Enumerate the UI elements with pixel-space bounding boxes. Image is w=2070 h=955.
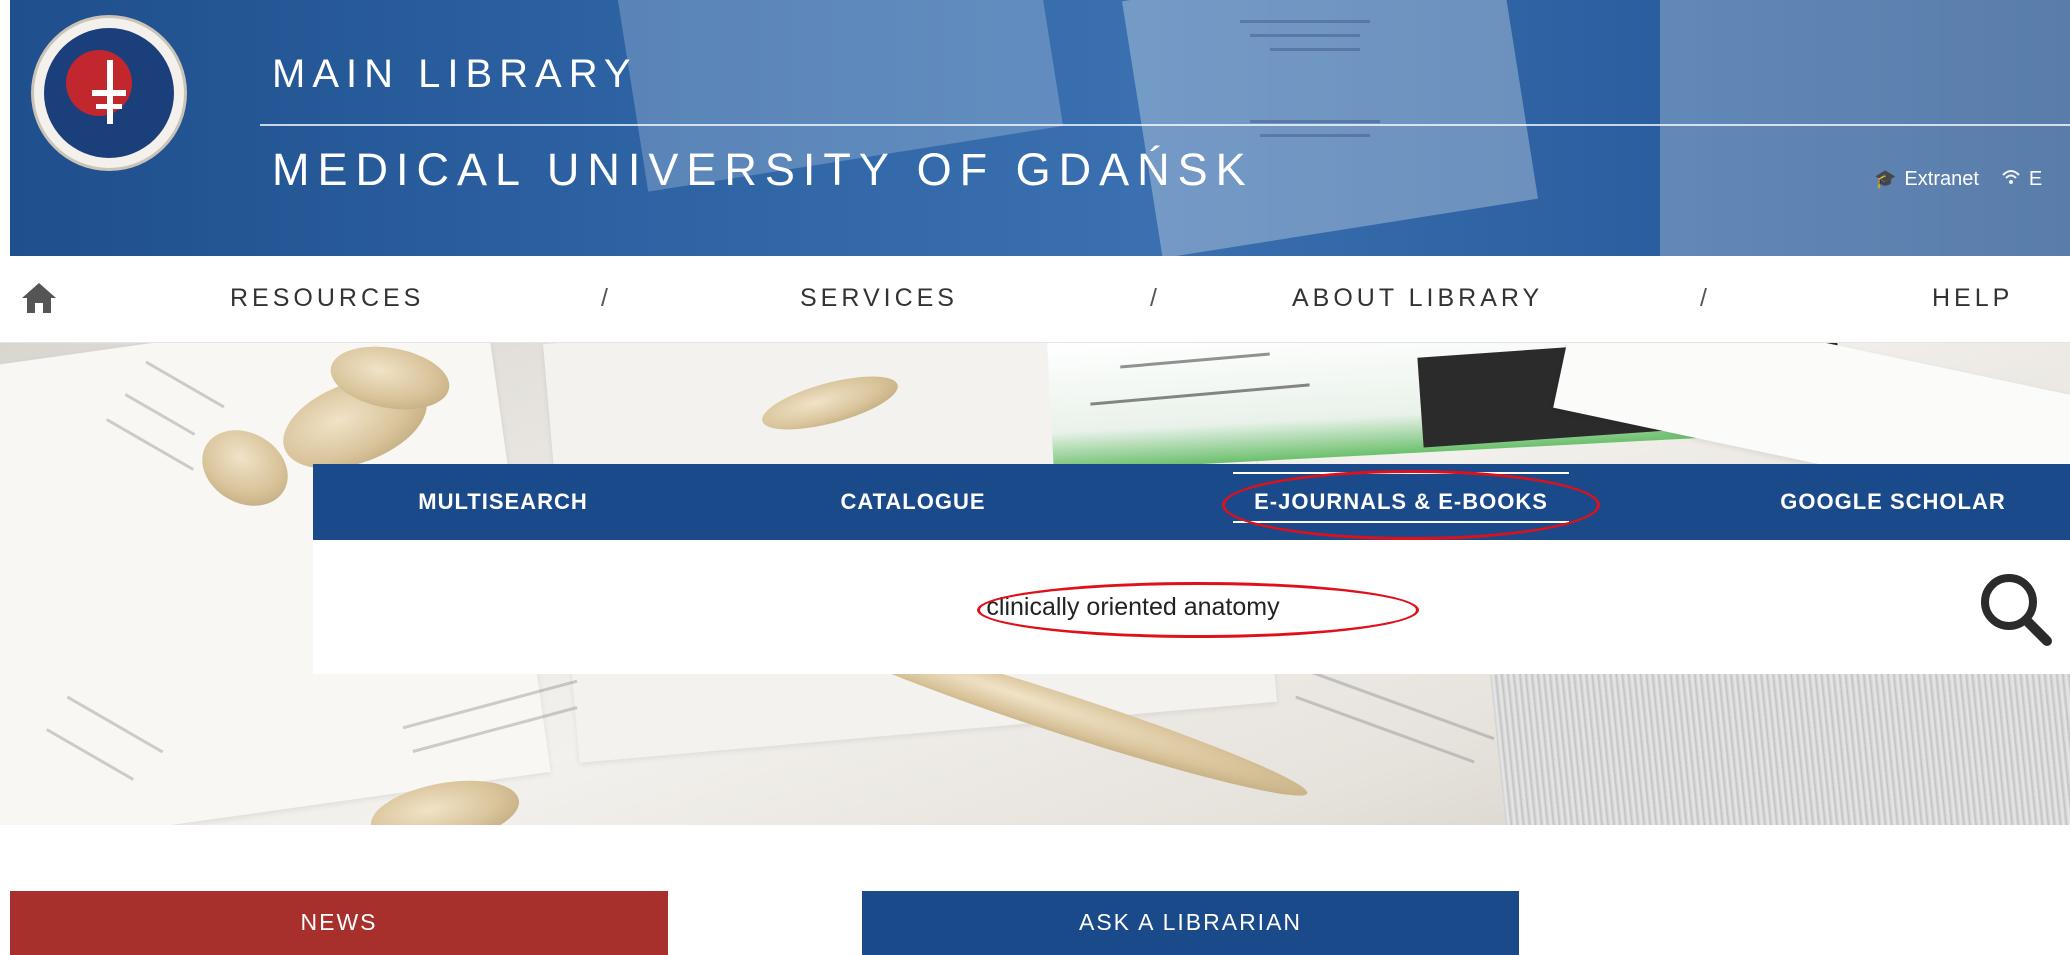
ask-a-librarian-button[interactable]: ASK A LIBRARIAN [862,891,1519,955]
university-title[interactable]: MEDICAL UNIVERSITY OF GDAŃSK [272,144,1254,196]
search-box [313,540,2070,674]
site-header: MAIN LIBRARY MEDICAL UNIVERSITY OF GDAŃS… [10,0,2070,256]
tab-multisearch[interactable]: MULTISEARCH [373,464,633,540]
nav-about-library[interactable]: ABOUT LIBRARY [1292,284,1543,313]
main-navigation: RESOURCES / SERVICES / ABOUT LIBRARY / H… [0,256,2070,343]
tab-catalogue[interactable]: CATALOGUE [793,464,1033,540]
graduation-cap-icon: 🎓 [1874,169,1897,189]
nav-separator: / [1150,284,1157,312]
nav-separator: / [601,284,608,312]
nav-help[interactable]: HELP [1932,284,2013,313]
search-input[interactable] [313,540,1953,674]
tab-e-journals-e-books[interactable]: E-JOURNALS & E-BOOKS [1233,464,1569,540]
library-title[interactable]: MAIN LIBRARY [272,52,638,97]
header-background-book [1122,0,1538,256]
extranet-link[interactable]: Extranet [1904,168,1978,191]
university-seal-logo[interactable] [34,18,184,168]
nav-resources[interactable]: RESOURCES [230,284,424,313]
header-links: 🎓 Extranet E [1874,168,2042,191]
eduroam-link[interactable]: E [2029,168,2042,191]
wifi-icon [2001,168,2021,191]
search-button[interactable] [1953,540,2070,674]
header-divider [260,124,2070,126]
news-button[interactable]: NEWS [10,891,668,955]
magnifier-icon [1981,574,2052,646]
tab-google-scholar[interactable]: GOOGLE SCHOLAR [1763,464,2023,540]
nav-services[interactable]: SERVICES [800,284,958,313]
header-background-book [1660,0,2070,256]
search-tabs: MULTISEARCH CATALOGUE E-JOURNALS & E-BOO… [313,464,2070,540]
page: MAIN LIBRARY MEDICAL UNIVERSITY OF GDAŃS… [0,0,2070,955]
home-icon[interactable] [20,280,58,316]
nav-separator: / [1700,284,1707,312]
